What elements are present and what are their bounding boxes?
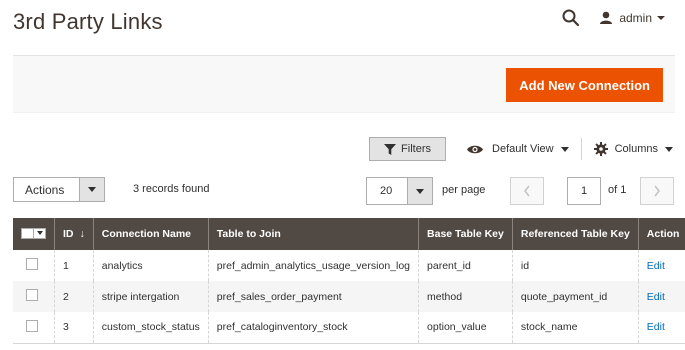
mass-select-header[interactable]: [13, 218, 55, 250]
cell-table-to-join: pref_admin_analytics_usage_version_log: [207, 250, 419, 281]
cell-base-table-key: method: [418, 281, 513, 312]
columns-label: Columns: [614, 143, 658, 155]
column-header-referenced-table-key[interactable]: Referenced Table Key: [511, 218, 639, 250]
columns-switcher[interactable]: Columns: [593, 142, 673, 156]
cell-connection-name: stripe intergation: [92, 281, 209, 312]
previous-page-button[interactable]: [510, 177, 544, 205]
chevron-left-icon: [524, 185, 530, 197]
grid-toolbar: Filters Default View Columns: [369, 137, 673, 161]
cell-connection-name: analytics: [92, 250, 209, 281]
table-row: 3 custom_stock_status pref_cataloginvent…: [13, 312, 685, 344]
cell-referenced-table-key: id: [511, 250, 639, 281]
per-page-value: 20: [380, 185, 393, 197]
chevron-down-icon: [416, 188, 424, 194]
connections-grid: ID ↓ Connection Name Table to Join Base T…: [13, 218, 685, 344]
row-select-cell: [13, 312, 55, 344]
chevron-right-icon: [654, 185, 660, 197]
mass-actions-label: Actions: [25, 182, 65, 197]
cell-base-table-key: parent_id: [418, 250, 513, 281]
table-row: 1 analytics pref_admin_analytics_usage_v…: [13, 250, 685, 281]
next-page-button[interactable]: [640, 177, 674, 205]
cell-action: Edit: [637, 312, 685, 344]
row-checkbox[interactable]: [26, 319, 38, 332]
filters-label: Filters: [401, 143, 431, 155]
row-checkbox[interactable]: [26, 289, 38, 301]
cell-id: 3: [54, 312, 94, 344]
chevron-down-icon: [560, 146, 569, 152]
header-actions: admin: [561, 8, 665, 28]
cell-action: Edit: [637, 281, 685, 312]
per-page-toggle[interactable]: [407, 178, 432, 204]
column-header-action: Action: [637, 218, 685, 250]
table-row: 2 stripe intergation pref_sales_order_pa…: [13, 281, 685, 312]
chevron-down-icon: [88, 187, 96, 192]
column-header-connection-name[interactable]: Connection Name: [92, 218, 209, 250]
column-header-table-to-join[interactable]: Table to Join: [207, 218, 419, 250]
mass-actions-dropdown[interactable]: Actions: [13, 177, 105, 202]
view-label: Default View: [492, 143, 554, 155]
page-title: 3rd Party Links: [13, 9, 163, 34]
add-new-connection-button[interactable]: Add New Connection: [506, 68, 663, 102]
chevron-down-icon: [657, 16, 665, 20]
row-checkbox[interactable]: [26, 258, 38, 270]
per-page-select[interactable]: 20: [366, 177, 433, 205]
admin-user-name: admin: [619, 11, 652, 25]
records-found: 3 records found: [133, 183, 210, 195]
column-header-base-table-key[interactable]: Base Table Key: [418, 218, 513, 250]
page-count: of 1: [608, 184, 627, 196]
page-actions-bar: Add New Connection: [13, 55, 675, 113]
cell-table-to-join: pref_cataloginventory_stock: [207, 312, 419, 344]
mass-select-checkbox[interactable]: [21, 227, 46, 239]
column-header-id[interactable]: ID ↓: [54, 218, 94, 250]
grid-header-row: ID ↓ Connection Name Table to Join Base T…: [13, 218, 685, 250]
gear-icon: [593, 142, 608, 156]
search-icon[interactable]: [561, 8, 581, 28]
row-select-cell: [13, 281, 55, 312]
admin-user-menu[interactable]: admin: [599, 11, 665, 25]
sort-descending-icon: ↓: [79, 228, 85, 240]
chevron-down-icon: [37, 231, 43, 235]
per-page-label: per page: [442, 184, 486, 196]
edit-link[interactable]: Edit: [647, 260, 665, 272]
eye-icon: [467, 145, 484, 153]
chevron-down-icon: [665, 146, 673, 152]
current-page-input[interactable]: 1: [567, 177, 601, 205]
edit-link[interactable]: Edit: [647, 321, 665, 333]
cell-action: Edit: [637, 250, 685, 281]
user-icon: [600, 11, 613, 24]
cell-id: 1: [54, 250, 94, 281]
cell-connection-name: custom_stock_status: [92, 312, 209, 344]
cell-referenced-table-key: quote_payment_id: [511, 281, 639, 312]
row-select-cell: [13, 250, 55, 281]
cell-referenced-table-key: stock_name: [511, 312, 639, 344]
cell-base-table-key: option_value: [418, 312, 513, 344]
filter-icon: [384, 143, 397, 155]
toolbar-divider: [580, 138, 582, 160]
view-switcher[interactable]: Default View: [466, 143, 569, 155]
cell-id: 2: [54, 281, 94, 312]
mass-actions-toggle[interactable]: [79, 178, 104, 201]
edit-link[interactable]: Edit: [647, 291, 665, 303]
filters-button[interactable]: Filters: [369, 137, 447, 161]
cell-table-to-join: pref_sales_order_payment: [207, 281, 419, 312]
